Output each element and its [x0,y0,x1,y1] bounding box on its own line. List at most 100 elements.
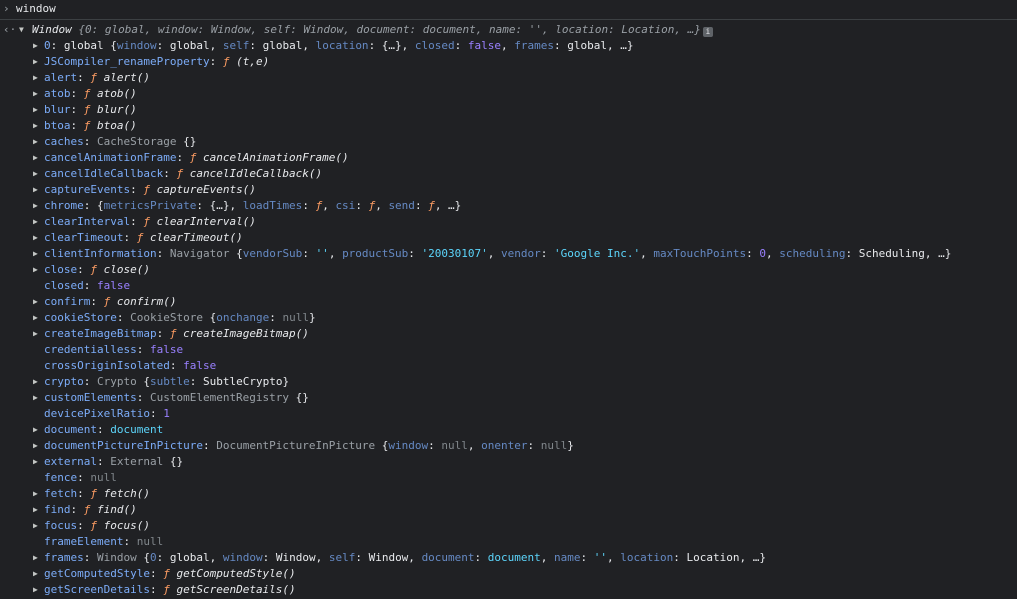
property-row[interactable]: ▶ document: document [0,422,1017,438]
property-key: clearTimeout [44,231,124,244]
value-token: : [302,247,316,260]
expand-triangle-icon[interactable]: ▶ [33,150,43,166]
property-separator: : [96,423,111,436]
property-row[interactable]: ▶ crypto: Crypto {subtle: SubtleCrypto} [0,374,1017,390]
expand-triangle-icon[interactable]: ▶ [33,246,43,262]
value-token: ƒ [83,87,97,100]
value-token: self [222,39,250,52]
property-entry: alert: ƒ alert() [44,70,150,86]
value-token: { [97,199,104,212]
expand-triangle-icon[interactable]: ▶ [33,310,43,326]
property-row[interactable]: ▶ cancelIdleCallback: ƒ cancelIdleCallbac… [0,166,1017,182]
value-token: : Scheduling, …} [845,247,952,260]
value-token: '' [315,247,329,260]
expand-triangle-icon[interactable]: ▶ [33,230,43,246]
value-token: null [540,439,568,452]
console-input-line[interactable]: › window [0,0,1017,20]
expand-triangle-icon[interactable]: ▶ [33,102,43,118]
value-token: focus() [103,519,150,532]
expand-triangle-icon[interactable]: ▶ [33,214,43,230]
expand-triangle-icon[interactable]: ▶ [33,326,43,342]
property-row[interactable]: ▶ external: External {} [0,454,1017,470]
property-row[interactable]: ▶ confirm: ƒ confirm() [0,294,1017,310]
property-row[interactable]: ▶ customElements: CustomElementRegistry {… [0,390,1017,406]
result-root-row[interactable]: ‹· ▼ Window {0: global, window: Window, … [0,22,1017,38]
root-label: Window [32,23,72,36]
property-row[interactable]: ▶ getComputedStyle: ƒ getComputedStyle() [0,566,1017,582]
expand-triangle-icon[interactable]: ▶ [33,390,43,406]
property-row[interactable]: ▶ documentPictureInPicture: DocumentPictu… [0,438,1017,454]
property-value: ƒ cancelIdleCallback() [176,167,322,180]
property-separator: : [176,151,190,164]
value-token: : {…}, [196,199,243,212]
property-row[interactable]: ▶ close: ƒ close() [0,262,1017,278]
expand-triangle-icon[interactable]: ▶ [33,262,43,278]
expand-triangle-icon[interactable]: ▶ [33,566,43,582]
property-row[interactable]: ▶ captureEvents: ƒ captureEvents() [0,182,1017,198]
property-row[interactable]: ▶ caches: CacheStorage {} [0,134,1017,150]
property-row[interactable]: ▶ btoa: ƒ btoa() [0,118,1017,134]
expand-triangle-icon[interactable]: ▶ [33,54,43,70]
expand-triangle-icon[interactable]: ▶ [33,70,43,86]
value-token: maxTouchPoints [653,247,747,260]
value-token: : Window, [355,551,422,564]
property-row[interactable]: ▶ chrome: {metricsPrivate: {…}, loadTimes… [0,198,1017,214]
expand-triangle-icon[interactable]: ▶ [33,422,43,438]
expand-triangle-icon[interactable]: ▶ [33,374,43,390]
property-separator: : [202,439,217,452]
result-return-icon: ‹· [3,23,17,36]
property-row[interactable]: ▶ frames: Window {0: global, window: Wind… [0,550,1017,566]
expand-triangle-icon[interactable]: ▶ [33,550,43,566]
property-row[interactable]: ▶ cancelAnimationFrame: ƒ cancelAnimation… [0,150,1017,166]
value-token: ƒ [189,151,203,164]
property-row[interactable]: ▶ alert: ƒ alert() [0,70,1017,86]
property-row[interactable]: ▶ find: ƒ find() [0,502,1017,518]
property-row[interactable]: ▶ clientInformation: Navigator {vendorSub… [0,246,1017,262]
expand-triangle-icon[interactable]: ▶ [33,166,43,182]
value-token: scheduling [779,247,846,260]
property-row[interactable]: ▶ clearInterval: ƒ clearInterval() [0,214,1017,230]
expand-triangle-icon[interactable]: ▶ [33,86,43,102]
property-row[interactable]: ▶ getScreenDetails: ƒ getScreenDetails() [0,582,1017,598]
expand-triangle-icon[interactable]: ▶ [33,502,43,518]
expand-triangle-icon[interactable]: ▶ [33,182,43,198]
expand-triangle-icon[interactable]: ▶ [33,198,43,214]
expand-triangle-icon[interactable]: ▶ [33,454,43,470]
value-token: fetch() [103,487,150,500]
property-separator: : [70,87,84,100]
property-value: ƒ captureEvents() [143,183,256,196]
property-entry: caches: CacheStorage {} [44,134,196,150]
property-separator: : [136,391,150,404]
property-separator: : [83,375,97,388]
property-key: documentPictureInPicture [44,439,203,452]
expand-triangle-icon[interactable]: ▶ [33,38,43,54]
expand-triangle-icon[interactable]: ▶ [33,134,43,150]
property-row[interactable]: ▶ blur: ƒ blur() [0,102,1017,118]
property-row[interactable]: ▶ focus: ƒ focus() [0,518,1017,534]
property-value: External {} [110,455,183,468]
property-row[interactable]: ▶ JSCompiler_renameProperty: ƒ (t,e) [0,54,1017,70]
expand-triangle-icon[interactable]: ▶ [33,486,43,502]
property-row[interactable]: ▶ createImageBitmap: ƒ createImageBitmap(… [0,326,1017,342]
value-token: atob() [97,87,137,100]
property-entry: 0: global {window: global, self: global,… [44,38,634,54]
expand-triangle-icon[interactable]: ▶ [33,438,43,454]
property-separator: : [50,39,64,52]
expand-triangle-icon[interactable]: ▶ [33,294,43,310]
property-row[interactable]: ▶ 0: global {window: global, self: global… [0,38,1017,54]
expand-triangle-icon[interactable]: ▼ [19,22,29,38]
property-entry: devicePixelRatio: 1 [44,406,170,422]
property-row[interactable]: ▶ fetch: ƒ fetch() [0,486,1017,502]
info-icon[interactable]: i [702,27,713,37]
expand-triangle-icon[interactable]: ▶ [33,582,43,598]
property-row[interactable]: ▶ atob: ƒ atob() [0,86,1017,102]
expand-triangle-icon[interactable]: ▶ [33,118,43,134]
value-token: send [388,199,415,212]
property-row[interactable]: ▶ cookieStore: CookieStore {onchange: nul… [0,310,1017,326]
property-entry: fetch: ƒ fetch() [44,486,150,502]
expand-triangle-icon[interactable]: ▶ [33,518,43,534]
value-token: : Window, [262,551,329,564]
property-value: ƒ close() [90,263,150,276]
property-row[interactable]: ▶ clearTimeout: ƒ clearTimeout() [0,230,1017,246]
property-key: captureEvents [44,183,131,196]
